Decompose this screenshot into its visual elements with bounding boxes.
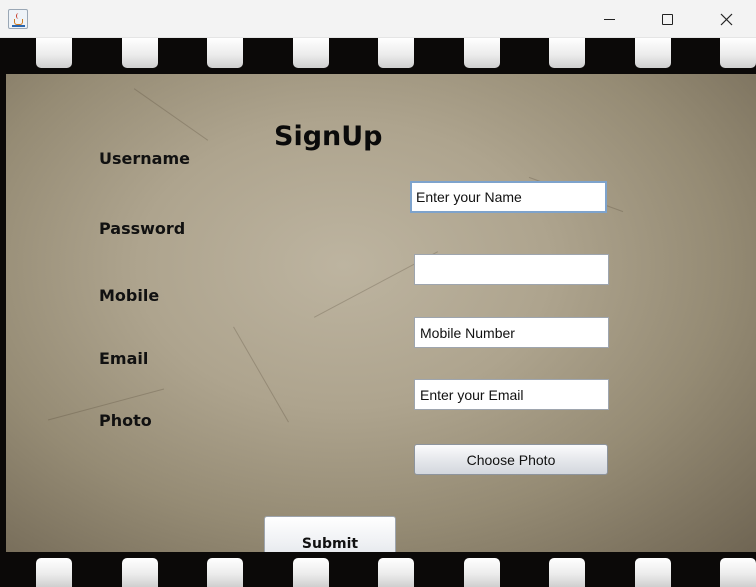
sprocket-hole — [378, 38, 414, 68]
choose-photo-button[interactable]: Choose Photo — [414, 444, 608, 475]
minimize-button[interactable] — [586, 0, 632, 38]
sprocket-hole — [635, 558, 671, 587]
photo-label: Photo — [99, 411, 152, 430]
sprocket-hole — [720, 558, 756, 587]
sprocket-hole — [36, 38, 72, 68]
sprocket-hole — [207, 38, 243, 68]
title-bar — [0, 0, 756, 38]
close-button[interactable] — [703, 0, 749, 38]
sprocket-hole — [36, 558, 72, 587]
close-icon — [720, 13, 732, 25]
mobile-field[interactable] — [414, 317, 609, 348]
username-field[interactable] — [410, 181, 607, 213]
email-field[interactable] — [414, 379, 609, 410]
sprocket-hole — [549, 558, 585, 587]
sprocket-hole — [549, 38, 585, 68]
minimize-icon — [603, 18, 615, 20]
page-title: SignUp — [274, 121, 383, 152]
sprocket-hole — [207, 558, 243, 587]
sprocket-hole — [720, 38, 756, 68]
sprocket-hole — [635, 38, 671, 68]
sprocket-hole — [464, 38, 500, 68]
maximize-button[interactable] — [644, 0, 690, 38]
sprocket-hole — [293, 38, 329, 68]
sprocket-hole — [293, 558, 329, 587]
username-label: Username — [99, 149, 190, 168]
sprocket-hole — [122, 38, 158, 68]
email-label: Email — [99, 349, 149, 368]
sprocket-hole — [122, 558, 158, 587]
maximize-icon — [661, 13, 673, 25]
mobile-label: Mobile — [99, 286, 160, 305]
submit-button[interactable]: Submit — [264, 516, 396, 552]
sprocket-hole — [464, 558, 500, 587]
sprocket-hole — [378, 558, 414, 587]
java-cup-icon — [8, 9, 28, 29]
signup-form-panel: SignUp Username Password Mobile Email Ph… — [6, 74, 756, 552]
film-strip-frame: SignUp Username Password Mobile Email Ph… — [0, 38, 756, 587]
password-label: Password — [99, 219, 186, 238]
password-field[interactable] — [414, 254, 609, 285]
